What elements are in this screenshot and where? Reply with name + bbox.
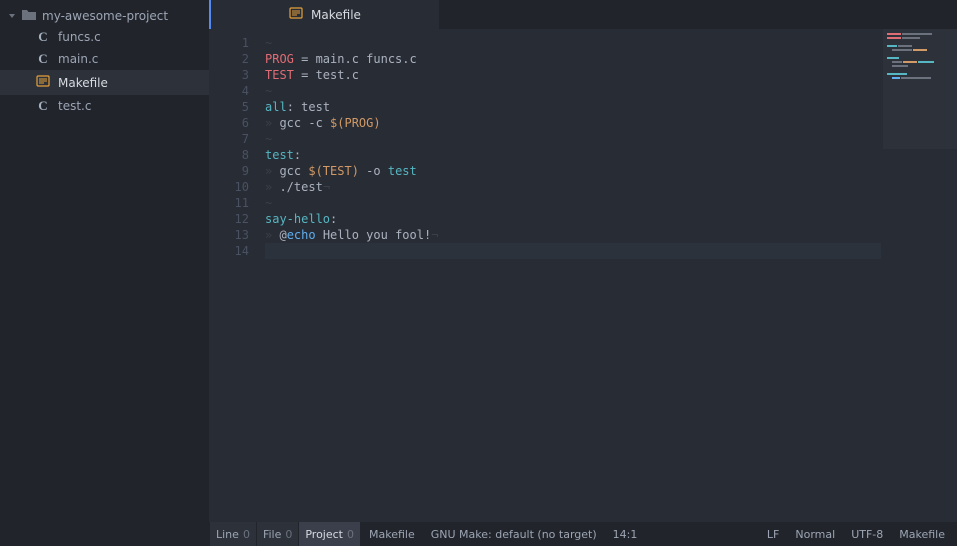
line-number: 13 xyxy=(209,227,249,243)
code-line[interactable]: ~ xyxy=(265,131,957,147)
code-line[interactable]: » gcc $(TEST) -o test xyxy=(265,163,957,179)
code-line[interactable] xyxy=(265,243,881,259)
tab-label: Makefile xyxy=(311,8,361,22)
folder-icon xyxy=(22,9,36,23)
line-number: 2 xyxy=(209,51,249,67)
line-number: 6 xyxy=(209,115,249,131)
file-tree-item[interactable]: Cmain.c xyxy=(0,48,209,70)
file-name: funcs.c xyxy=(58,30,101,44)
makefile-icon xyxy=(289,6,303,23)
file-tree-sidebar: my-awesome-project Cfuncs.cCmain.cMakefi… xyxy=(0,0,209,522)
line-number: 12 xyxy=(209,211,249,227)
status-vim-mode[interactable]: Normal xyxy=(787,522,843,546)
line-number: 7 xyxy=(209,131,249,147)
code-line[interactable]: all: test xyxy=(265,99,957,115)
code-line[interactable]: ~ xyxy=(265,195,957,211)
file-name: Makefile xyxy=(58,76,108,90)
tab-bar: Makefile xyxy=(209,0,957,29)
file-name: test.c xyxy=(58,99,91,113)
line-number: 1 xyxy=(209,35,249,51)
line-number: 14 xyxy=(209,243,249,259)
status-bar: Line 0File 0Project 0 Makefile GNU Make:… xyxy=(0,522,957,546)
line-number: 4 xyxy=(209,83,249,99)
line-number: 5 xyxy=(209,99,249,115)
tab-makefile[interactable]: Makefile xyxy=(209,0,439,29)
status-cursor-position[interactable]: 14:1 xyxy=(605,522,646,546)
file-name: main.c xyxy=(58,52,98,66)
status-linter-line[interactable]: Line 0 xyxy=(210,522,256,546)
file-tree-item[interactable]: Ctest.c xyxy=(0,95,209,117)
status-line-ending[interactable]: LF xyxy=(759,522,787,546)
project-name: my-awesome-project xyxy=(42,9,168,23)
line-number: 10 xyxy=(209,179,249,195)
code-line[interactable]: » gcc -c $(PROG) xyxy=(265,115,957,131)
code-line[interactable]: ~ xyxy=(265,35,957,51)
line-number: 3 xyxy=(209,67,249,83)
code-line[interactable]: PROG = main.c funcs.c xyxy=(265,51,957,67)
project-root[interactable]: my-awesome-project xyxy=(0,6,209,26)
editor[interactable]: 1234567891011121314 ~PROG = main.c funcs… xyxy=(209,29,957,522)
status-linter-file[interactable]: File 0 xyxy=(257,522,298,546)
c-file-icon: C xyxy=(36,52,50,66)
line-number: 9 xyxy=(209,163,249,179)
status-filename[interactable]: Makefile xyxy=(361,522,423,546)
status-linter-project[interactable]: Project 0 xyxy=(299,522,360,546)
c-file-icon: C xyxy=(36,30,50,44)
chevron-down-icon xyxy=(8,9,16,23)
file-tree-item[interactable]: Cfuncs.c xyxy=(0,26,209,48)
code-line[interactable]: TEST = test.c xyxy=(265,67,957,83)
status-grammar[interactable]: Makefile xyxy=(891,522,953,546)
status-syntax[interactable]: GNU Make: default (no target) xyxy=(423,522,605,546)
status-encoding[interactable]: UTF-8 xyxy=(843,522,891,546)
minimap[interactable] xyxy=(883,29,957,149)
line-number-gutter: 1234567891011121314 xyxy=(209,29,257,522)
code-line[interactable]: » @echo Hello you fool!¬ xyxy=(265,227,957,243)
code-line[interactable]: » ./test¬ xyxy=(265,179,957,195)
code-line[interactable]: ~ xyxy=(265,83,957,99)
line-number: 11 xyxy=(209,195,249,211)
makefile-icon xyxy=(36,74,50,91)
c-file-icon: C xyxy=(36,99,50,113)
line-number: 8 xyxy=(209,147,249,163)
file-tree-item[interactable]: Makefile xyxy=(0,70,209,95)
code-line[interactable]: test: xyxy=(265,147,957,163)
code-area[interactable]: ~PROG = main.c funcs.cTEST = test.c~all:… xyxy=(257,29,957,522)
code-line[interactable]: say-hello: xyxy=(265,211,957,227)
